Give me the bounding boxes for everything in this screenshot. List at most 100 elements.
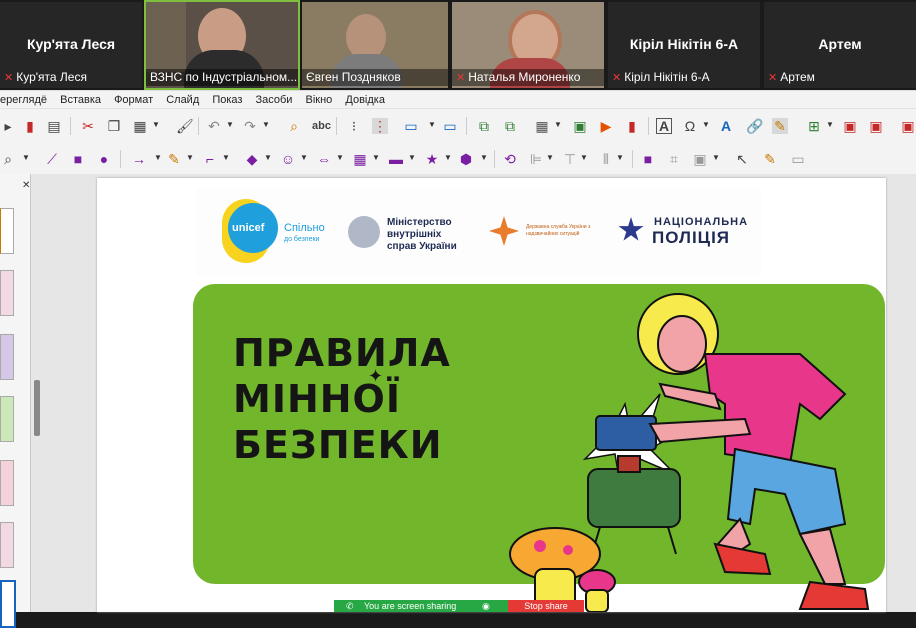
helplines-icon[interactable]: ⋮ xyxy=(372,118,388,134)
basic-shapes-icon[interactable]: ◆ xyxy=(244,151,260,167)
spellcheck-icon[interactable]: abc xyxy=(312,118,331,134)
chevron-down-icon[interactable]: ▼ xyxy=(186,153,194,162)
ellipse-icon[interactable]: ● xyxy=(96,151,112,167)
close-icon[interactable]: ✕ xyxy=(22,180,30,191)
line-icon[interactable]: ⟋ xyxy=(44,151,60,167)
filter-icon[interactable]: ▣ xyxy=(692,151,708,167)
chevron-down-icon[interactable]: ▼ xyxy=(152,120,160,129)
menu-slide[interactable]: Слайд xyxy=(161,91,204,106)
block-arrows-icon[interactable]: ⇔ xyxy=(316,151,332,167)
chevron-down-icon[interactable]: ▼ xyxy=(712,153,720,162)
crop-icon[interactable]: ⌗ xyxy=(666,151,682,167)
slide-thumbnail[interactable] xyxy=(0,522,14,568)
participant-tile[interactable]: Артем ✕ Артем xyxy=(764,2,916,88)
media-icon[interactable]: ▶ xyxy=(598,118,614,134)
chevron-down-icon[interactable]: ▼ xyxy=(428,120,436,129)
chevron-down-icon[interactable]: ▼ xyxy=(262,120,270,129)
export-pdf-icon[interactable]: ▮ xyxy=(22,118,38,134)
points-icon[interactable]: ✎ xyxy=(772,118,788,134)
chevron-down-icon[interactable]: ▼ xyxy=(580,153,588,162)
display-views-icon[interactable]: ▭ xyxy=(400,118,422,134)
participant-tile[interactable]: ✕ Наталья Мироненко xyxy=(452,2,604,88)
chevron-down-icon[interactable]: ▼ xyxy=(826,120,834,129)
print-icon[interactable]: ▤ xyxy=(46,118,62,134)
rotate-icon[interactable]: ⟲ xyxy=(502,151,518,167)
chevron-down-icon[interactable]: ▼ xyxy=(616,153,624,162)
chevron-down-icon[interactable]: ▼ xyxy=(336,153,344,162)
arrow-line-icon[interactable]: → xyxy=(128,151,150,167)
edit-points-icon[interactable]: ✎ xyxy=(762,151,778,167)
menu-help[interactable]: Довідка xyxy=(340,91,390,106)
hyperlink-icon[interactable]: 🔗 xyxy=(746,118,763,134)
rectangle-icon[interactable]: ■ xyxy=(70,151,86,167)
copy-icon[interactable]: ❐ xyxy=(106,118,122,134)
zoom-icon[interactable]: ⌕ xyxy=(0,151,16,167)
slide-thumbnail[interactable] xyxy=(0,396,14,442)
3d-objects-icon[interactable]: ⬢ xyxy=(458,151,474,167)
menu-format[interactable]: Формат xyxy=(109,91,158,106)
fontwork-icon[interactable]: A xyxy=(718,118,734,134)
menu-insert[interactable]: Вставка xyxy=(55,91,106,106)
connector-icon[interactable]: ⌐ xyxy=(202,151,218,167)
stars-icon[interactable]: ★ xyxy=(424,151,440,167)
clone-formatting-icon[interactable]: 🖌 xyxy=(176,118,194,134)
slide-thumbnail-selected[interactable] xyxy=(0,580,16,628)
pane-splitter[interactable] xyxy=(34,380,40,436)
start-show-icon[interactable]: ▣ xyxy=(842,118,858,134)
participant-tile[interactable]: Кіріл Нікітін 6-А ✕ Кіріл Нікітін 6-А xyxy=(608,2,760,88)
chevron-down-icon[interactable]: ▼ xyxy=(702,120,710,129)
more-icon[interactable]: ▣ xyxy=(900,118,916,134)
slide-thumbnail[interactable] xyxy=(0,460,14,506)
select-icon[interactable]: ↖ xyxy=(734,151,750,167)
participant-tile[interactable]: Кур'ята Леся ✕ Кур'ята Леся xyxy=(0,2,142,88)
find-replace-icon[interactable]: ⌕ xyxy=(286,118,302,134)
chevron-down-icon[interactable]: ▼ xyxy=(554,120,562,129)
menu-tools[interactable]: Засоби xyxy=(251,91,298,106)
redo-icon[interactable]: ↷ xyxy=(242,118,258,134)
slide-thumbnail[interactable] xyxy=(0,270,14,316)
chevron-down-icon[interactable]: ▼ xyxy=(22,153,30,162)
align-icon[interactable]: ⊫ xyxy=(528,151,544,167)
chevron-down-icon[interactable]: ▼ xyxy=(226,120,234,129)
shadow-icon[interactable]: ■ xyxy=(640,151,656,167)
grid-icon[interactable]: ⁝ xyxy=(346,118,362,134)
duplicate-slide-icon[interactable]: ⧉ xyxy=(502,118,518,134)
chevron-down-icon[interactable]: ▼ xyxy=(264,153,272,162)
slide-thumbnail[interactable] xyxy=(0,334,14,380)
chart-icon[interactable]: ▮ xyxy=(624,118,640,134)
distribute-icon[interactable]: ⦀ xyxy=(598,151,614,167)
menu-slideshow[interactable]: Показ xyxy=(207,91,247,106)
flowchart-icon[interactable]: ▦ xyxy=(352,151,368,167)
menu-window[interactable]: Вікно xyxy=(301,91,338,106)
callouts-icon[interactable]: ▬ xyxy=(388,151,404,167)
chevron-down-icon[interactable]: ▼ xyxy=(300,153,308,162)
paste-icon[interactable]: ▦ xyxy=(132,118,148,134)
slide-thumbnail[interactable] xyxy=(0,208,14,254)
stop-share-button[interactable]: Stop share xyxy=(508,600,584,612)
image-icon[interactable]: ▣ xyxy=(572,118,588,134)
curve-icon[interactable]: ✎ xyxy=(166,151,182,167)
undo-icon[interactable]: ↶ xyxy=(206,118,222,134)
chevron-down-icon[interactable]: ▼ xyxy=(372,153,380,162)
chevron-down-icon[interactable]: ▼ xyxy=(546,153,554,162)
table-icon[interactable]: ▦ xyxy=(534,118,550,134)
new-slide-icon[interactable]: ⧉ xyxy=(476,118,492,134)
master-slide-icon[interactable]: ▭ xyxy=(442,118,458,134)
chevron-down-icon[interactable]: ▼ xyxy=(154,153,162,162)
cut-icon[interactable]: ✂ xyxy=(80,118,96,134)
open-icon[interactable]: ▸ xyxy=(0,118,16,134)
arrange-icon[interactable]: ⊤ xyxy=(562,151,578,167)
chevron-down-icon[interactable]: ▼ xyxy=(444,153,452,162)
special-character-icon[interactable]: Ω xyxy=(682,118,698,134)
chevron-down-icon[interactable]: ▼ xyxy=(480,153,488,162)
text-box-icon[interactable]: A xyxy=(656,118,672,134)
chevron-down-icon[interactable]: ▼ xyxy=(408,153,416,162)
delete-slide-icon[interactable]: ▣ xyxy=(868,118,884,134)
symbol-shapes-icon[interactable]: ☺ xyxy=(280,151,296,167)
participant-tile[interactable]: ВЗНС по Індустріальном... xyxy=(144,0,300,90)
insert-object-icon[interactable]: ⊞ xyxy=(806,118,822,134)
participant-tile[interactable]: Євген Поздняков xyxy=(302,2,448,88)
glue-points-icon[interactable]: ▭ xyxy=(790,151,806,167)
menu-view[interactable]: ереглядё xyxy=(0,91,52,106)
chevron-down-icon[interactable]: ▼ xyxy=(222,153,230,162)
